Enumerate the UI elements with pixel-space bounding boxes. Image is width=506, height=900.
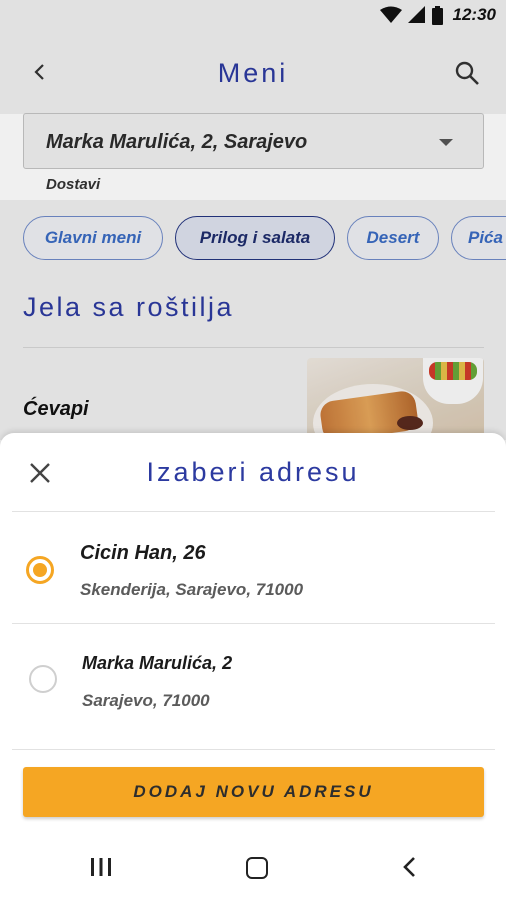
radio-selected[interactable] bbox=[26, 556, 54, 584]
address-line2: Sarajevo, 71000 bbox=[82, 691, 210, 710]
address-line1: Cicin Han, 26 bbox=[80, 542, 206, 564]
address-line1: Marka Marulića, 2 bbox=[82, 653, 233, 673]
sheet-divider bbox=[12, 623, 495, 624]
address-line2: Skenderija, Sarajevo, 71000 bbox=[80, 580, 304, 599]
address-option[interactable]: Marka Marulića, 2 Sarajevo, 71000 bbox=[0, 625, 506, 735]
address-option[interactable]: Cicin Han, 26 Skenderija, Sarajevo, 7100… bbox=[0, 513, 506, 623]
recent-apps-icon[interactable] bbox=[90, 858, 112, 876]
sheet-divider bbox=[12, 749, 495, 750]
sheet-divider bbox=[12, 511, 495, 512]
nav-back-icon[interactable] bbox=[400, 856, 420, 878]
add-new-address-button[interactable]: DODAJ NOVU ADRESU bbox=[23, 767, 484, 817]
home-icon[interactable] bbox=[246, 857, 268, 879]
radio-unselected[interactable] bbox=[29, 665, 57, 693]
screen: 12:30 Meni Marka Marulića, 2, Sarajevo D… bbox=[0, 0, 506, 900]
sheet-title: Izaberi adresu bbox=[146, 457, 360, 487]
address-bottom-sheet: Izaberi adresu Cicin Han, 26 Skenderija,… bbox=[0, 433, 506, 900]
system-nav-bar bbox=[0, 832, 506, 900]
